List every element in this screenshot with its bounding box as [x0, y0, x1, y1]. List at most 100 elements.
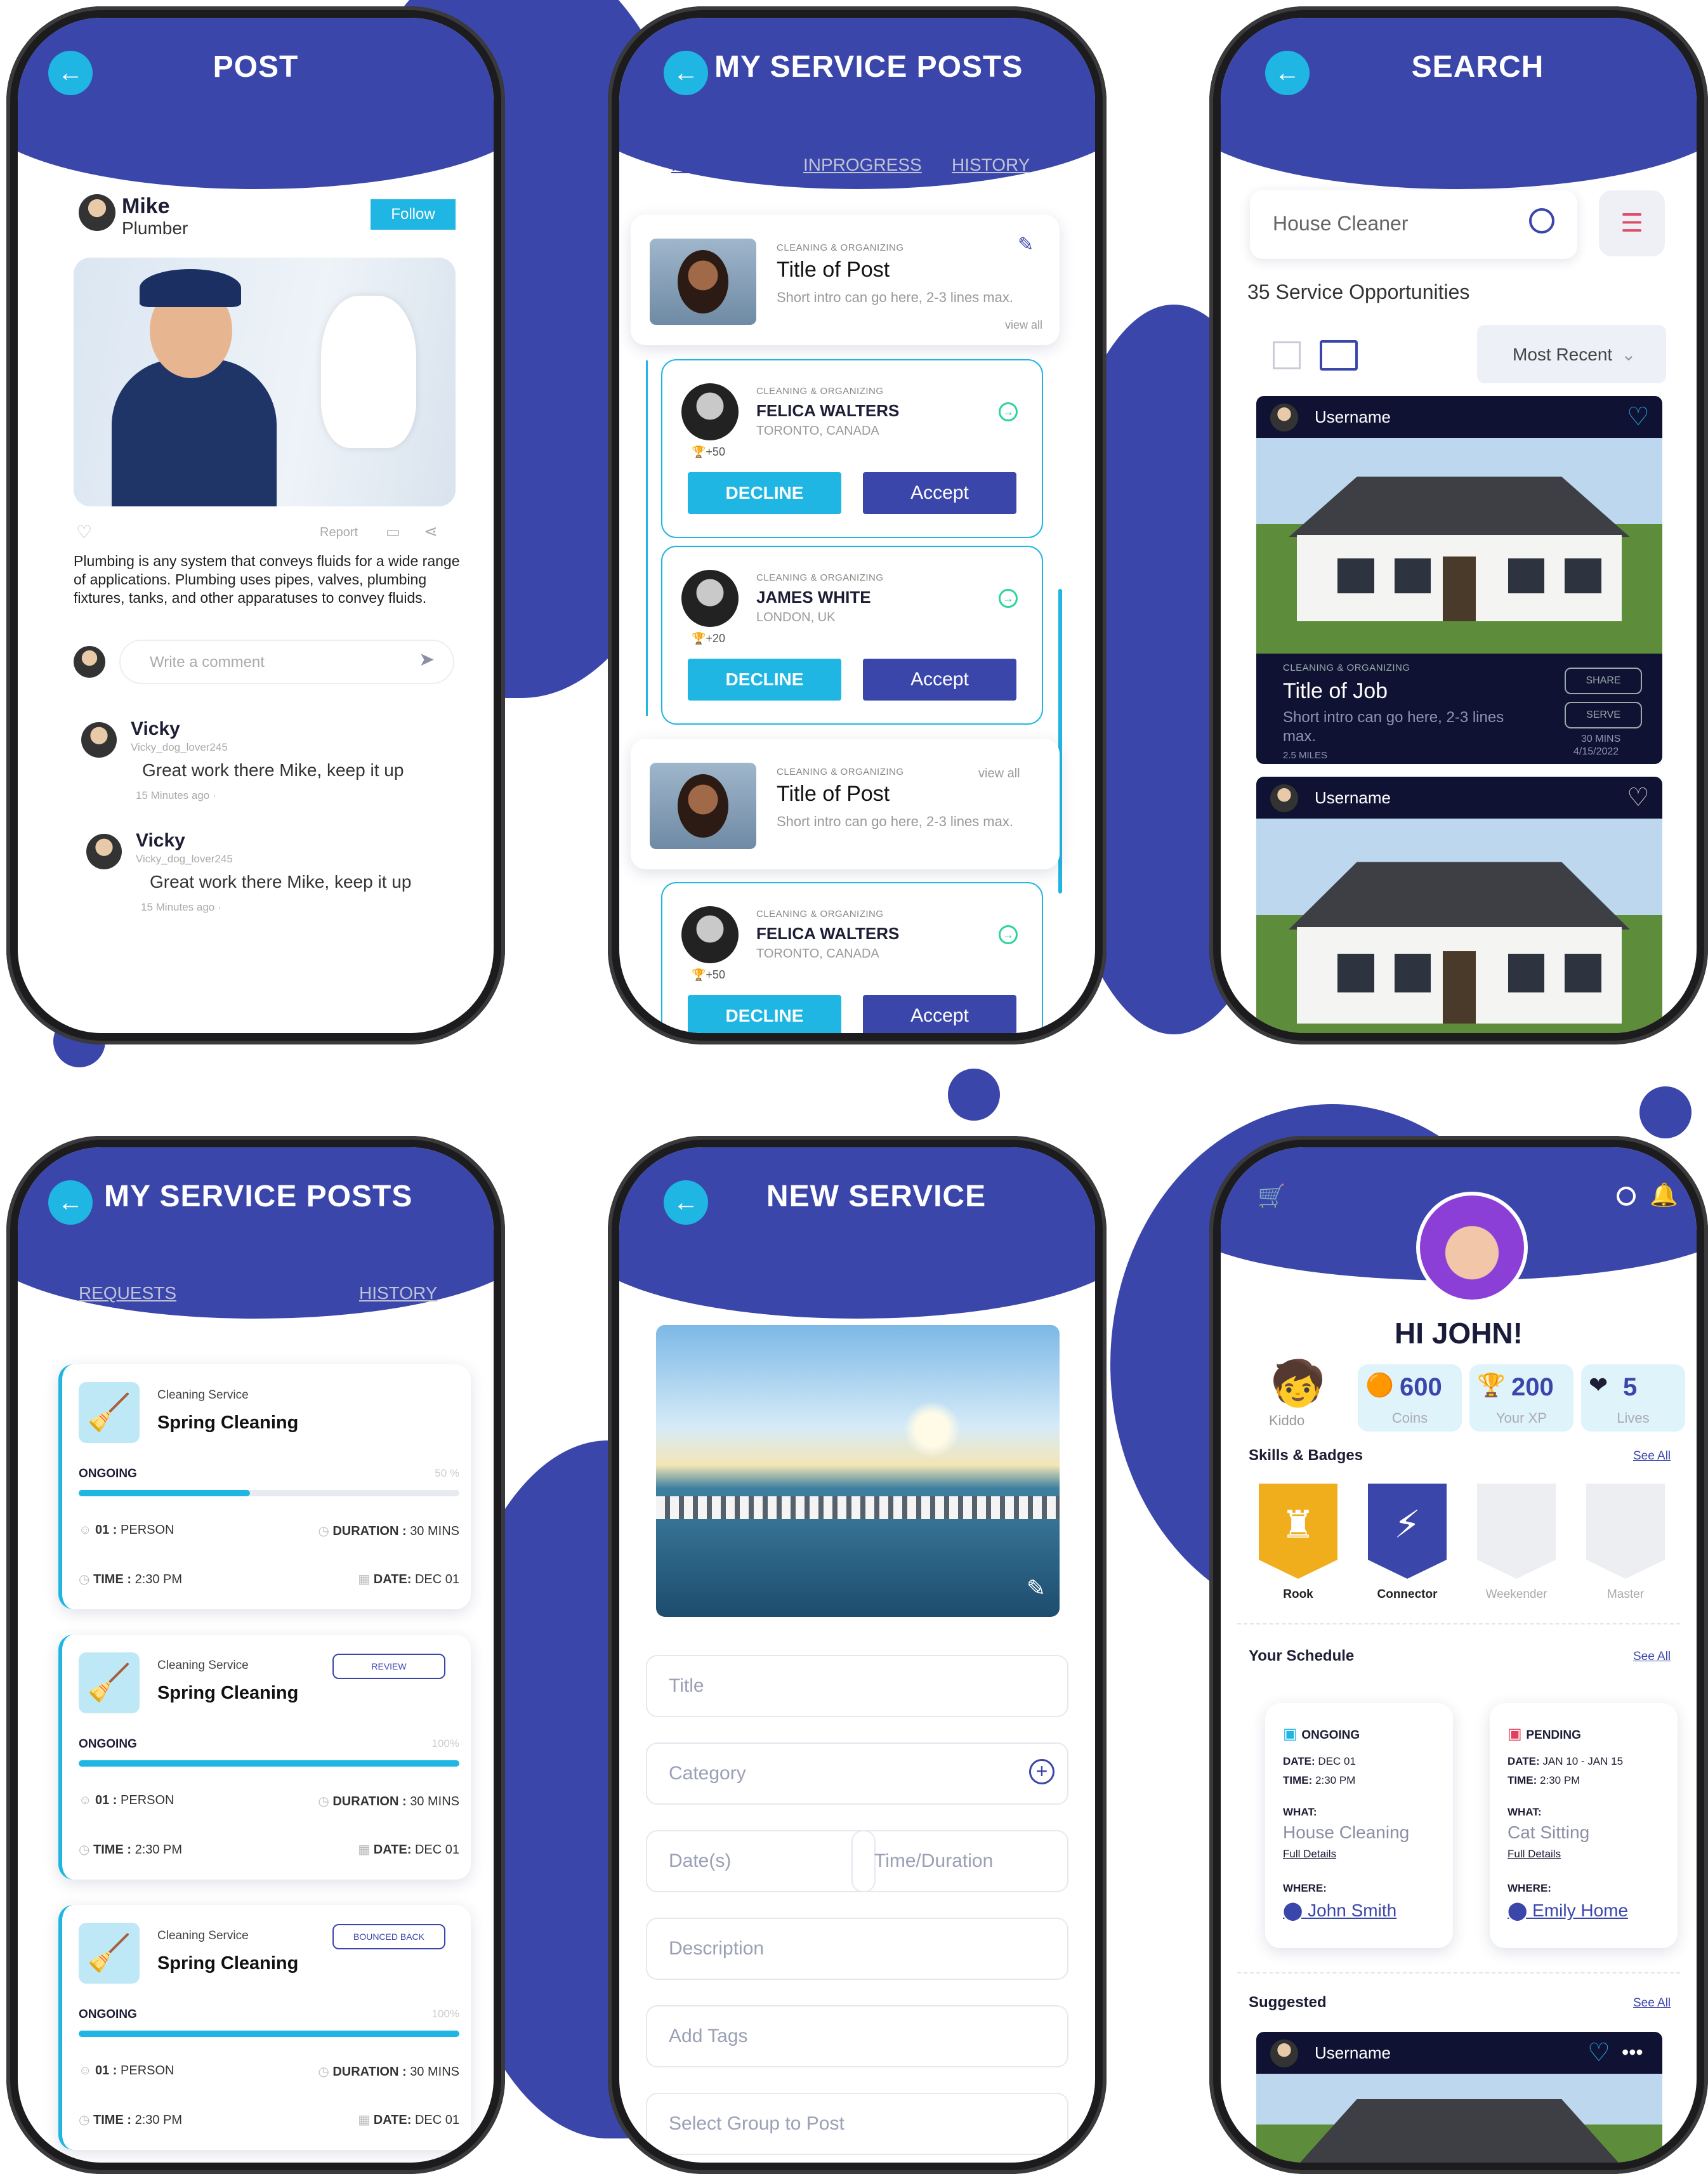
heart-outline-icon[interactable]: ♡: [1587, 2038, 1610, 2067]
user-avatar[interactable]: [1416, 1192, 1528, 1303]
view-all-link[interactable]: view all: [978, 767, 1020, 781]
stat-card[interactable]: 🟠 600 Coins: [1358, 1364, 1462, 1432]
full-details-link[interactable]: Full Details: [1508, 1848, 1561, 1861]
title-field[interactable]: Title: [646, 1655, 1068, 1717]
plus-icon[interactable]: +: [1029, 1759, 1054, 1784]
job-distance: 2.5 MILES: [1283, 750, 1328, 761]
service-title: Spring Cleaning: [157, 1953, 299, 1973]
job-duration: 30 MINS: [1581, 734, 1621, 744]
time: ◷ TIME : 2:30 PM: [79, 1572, 183, 1586]
edit-image-icon[interactable]: ✎: [1027, 1575, 1046, 1602]
more-icon[interactable]: •••: [1622, 2041, 1643, 2064]
heart-icon: ❤: [1589, 1372, 1608, 1398]
search-input[interactable]: House Cleaner: [1250, 190, 1577, 259]
blank-badge-icon[interactable]: [1477, 1484, 1556, 1579]
share-icon[interactable]: ⋖: [424, 522, 438, 541]
group-select[interactable]: Select Group to Post: [646, 2093, 1068, 2155]
arrow-circle-icon[interactable]: →: [999, 589, 1018, 608]
requester-location: TORONTO, CANADA: [756, 947, 879, 961]
send-icon[interactable]: ➤: [419, 649, 435, 671]
badge-label: Master: [1606, 1588, 1645, 1601]
edit-icon[interactable]: ✎: [1018, 234, 1034, 256]
see-all-link[interactable]: See All: [1633, 1996, 1671, 2010]
avatar: [681, 383, 739, 440]
search-icon[interactable]: [1529, 208, 1554, 234]
dates-field[interactable]: Date(s): [646, 1830, 876, 1892]
heart-outline-icon[interactable]: ♡: [1627, 402, 1650, 432]
tab-requests[interactable]: REQUESTS: [671, 155, 769, 175]
location-text: Seattle, WA: [1428, 134, 1508, 151]
job-card[interactable]: Username ♡ CLEANING & ORGANIZING Title o…: [1256, 396, 1662, 764]
where-link[interactable]: ⬤ Emily Home: [1508, 1900, 1628, 1921]
serve-button[interactable]: SERVE: [1565, 702, 1642, 728]
share-button[interactable]: SHARE: [1565, 668, 1642, 694]
accept-button[interactable]: Accept: [863, 472, 1016, 514]
post-card[interactable]: CLEANING & ORGANIZING Title of Post Shor…: [631, 739, 1060, 869]
service-card[interactable]: 🧹 Cleaning Service Spring Cleaning ONGOI…: [58, 1364, 471, 1609]
cart-icon[interactable]: 🛒: [1258, 1183, 1286, 1209]
back-button[interactable]: ←: [664, 51, 708, 95]
rook-icon[interactable]: ♜: [1259, 1484, 1337, 1579]
job-card[interactable]: Username ♡: [1256, 777, 1662, 1033]
tab-requests[interactable]: REQUESTS: [79, 1283, 176, 1303]
follow-button[interactable]: Follow: [371, 199, 456, 230]
comment-handle: Vicky_dog_lover245: [136, 853, 233, 865]
tags-field[interactable]: Add Tags: [646, 2005, 1068, 2067]
tab-history[interactable]: HISTORY: [359, 1283, 437, 1303]
arrow-circle-icon[interactable]: →: [999, 925, 1018, 944]
avatar: [681, 906, 739, 963]
back-button[interactable]: ←: [48, 1180, 93, 1225]
suggested-card[interactable]: Username ♡ •••: [1256, 2032, 1662, 2163]
search-icon[interactable]: [1617, 1187, 1636, 1206]
view-all-link[interactable]: view all: [1005, 319, 1042, 332]
phone-requests: ← MY SERVICE POSTS REQUESTS INPROGRESS H…: [608, 6, 1107, 1044]
accept-button[interactable]: Accept: [863, 995, 1016, 1033]
comment-icon[interactable]: ▭: [386, 523, 400, 541]
tab-inprogress[interactable]: INPROGRESS: [211, 1283, 329, 1303]
service-image[interactable]: ✎: [656, 1325, 1060, 1617]
see-all-link[interactable]: See All: [1633, 1449, 1671, 1463]
see-all-link[interactable]: See All: [1633, 1650, 1671, 1664]
list-view-icon[interactable]: [1320, 340, 1358, 371]
location-link[interactable]: Seattle, WA: [619, 1265, 1095, 1284]
avatar: [81, 722, 117, 758]
service-title: Spring Cleaning: [157, 1413, 299, 1433]
accept-button[interactable]: Accept: [863, 659, 1016, 701]
plug-icon[interactable]: ⚡: [1368, 1484, 1447, 1579]
service-card[interactable]: 🧹 Cleaning Service Spring Cleaning BOUNC…: [58, 1905, 471, 2150]
status-badge[interactable]: REVIEW: [332, 1654, 445, 1679]
schedule-card[interactable]: ▣ PENDING DATE: JAN 10 - JAN 15 TIME: 2:…: [1490, 1703, 1678, 1948]
where-link[interactable]: ⬤ John Smith: [1283, 1900, 1396, 1921]
status-badge[interactable]: BOUNCED BACK: [332, 1924, 445, 1949]
heart-icon[interactable]: ♡: [76, 522, 92, 543]
heart-outline-icon[interactable]: ♡: [1627, 783, 1650, 812]
blank-badge-icon[interactable]: [1586, 1484, 1665, 1579]
header-bar: [1221, 18, 1697, 189]
full-details-link[interactable]: Full Details: [1283, 1848, 1336, 1861]
bell-icon[interactable]: 🔔: [1650, 1182, 1678, 1208]
schedule-card[interactable]: ▣ ONGOING DATE: DEC 01 TIME: 2:30 PM WHA…: [1265, 1703, 1453, 1948]
avatar: [681, 570, 739, 627]
comment-input[interactable]: Write a comment: [119, 640, 454, 684]
stat-card[interactable]: ❤ 5 Lives: [1581, 1364, 1685, 1432]
location-link[interactable]: Seattle, WA: [1221, 133, 1697, 152]
sort-dropdown[interactable]: Most Recent ⌄: [1477, 325, 1666, 383]
grid-view-icon[interactable]: [1273, 341, 1301, 369]
tab-history[interactable]: HISTORY: [952, 155, 1030, 175]
description-field[interactable]: Description: [646, 1918, 1068, 1980]
post-card[interactable]: CLEANING & ORGANIZING Title of Post Shor…: [631, 214, 1060, 345]
decline-button[interactable]: DECLINE: [688, 472, 841, 514]
stat-card[interactable]: 🏆 200 Your XP: [1469, 1364, 1573, 1432]
report-link[interactable]: Report: [320, 525, 358, 540]
tab-inprogress[interactable]: INPROGRESS: [803, 155, 922, 175]
service-card[interactable]: 🧹 Cleaning Service Spring Cleaning REVIE…: [58, 1635, 471, 1880]
category-field[interactable]: Category +: [646, 1742, 1068, 1805]
comment-time: 15 Minutes ago ·: [141, 901, 221, 913]
progress-percent: 50 %: [435, 1467, 459, 1479]
filter-button[interactable]: ☰: [1599, 190, 1665, 256]
time-duration-field[interactable]: Time/Duration: [851, 1830, 1068, 1892]
arrow-circle-icon[interactable]: →: [999, 402, 1018, 421]
decline-button[interactable]: DECLINE: [688, 659, 841, 701]
decline-button[interactable]: DECLINE: [688, 995, 841, 1033]
post-title: Title of Post: [777, 782, 890, 806]
